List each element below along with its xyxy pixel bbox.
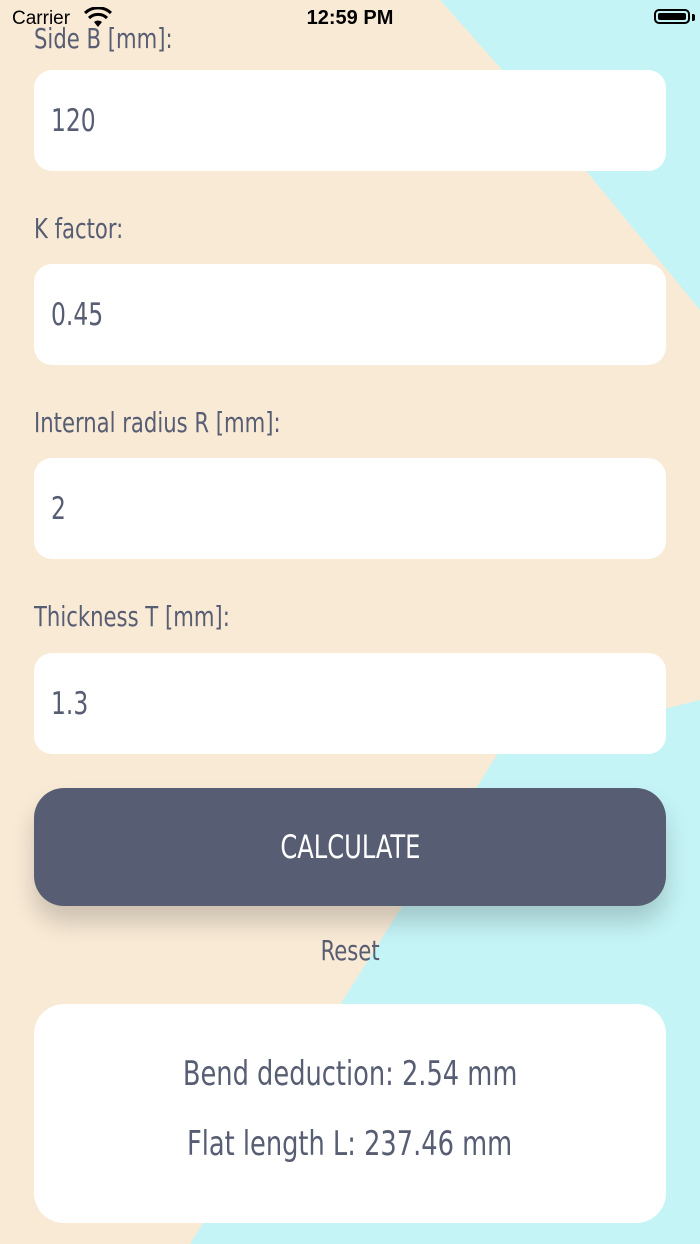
reset-link[interactable]: Reset [0,934,700,967]
flat-length-text: Flat length L: 237.46 mm [187,1124,513,1164]
radius-label: Internal radius R [mm]: [34,406,281,439]
k-factor-input[interactable]: 0.45 [34,264,666,365]
thickness-input[interactable]: 1.3 [34,653,666,754]
side-b-value: 120 [51,102,96,139]
status-bar: Carrier 12:59 PM [0,0,700,36]
result-card: Bend deduction: 2.54 mm Flat length L: 2… [34,1004,666,1223]
clock: 12:59 PM [306,7,394,29]
k-factor-label: K factor: [34,212,124,245]
bend-deduction-result: Bend deduction: 2.54 mm [34,1054,666,1094]
radius-value: 2 [51,490,66,527]
battery-cap [692,14,695,21]
radius-input[interactable]: 2 [34,458,666,559]
side-b-input[interactable]: 120 [34,70,666,171]
battery-icon [654,9,690,24]
k-factor-value: 0.45 [51,296,104,333]
reset-label: Reset [320,934,380,967]
thickness-value: 1.3 [51,685,89,722]
flat-length-result: Flat length L: 237.46 mm [34,1124,666,1164]
thickness-label: Thickness T [mm]: [34,600,230,633]
calculator-form: Side B [mm]: 120 K factor: 0.45 Internal… [0,0,700,1244]
calculate-label: CALCULATE [279,828,421,866]
bend-deduction-text: Bend deduction: 2.54 mm [182,1054,518,1094]
calculate-button[interactable]: CALCULATE [34,788,666,906]
